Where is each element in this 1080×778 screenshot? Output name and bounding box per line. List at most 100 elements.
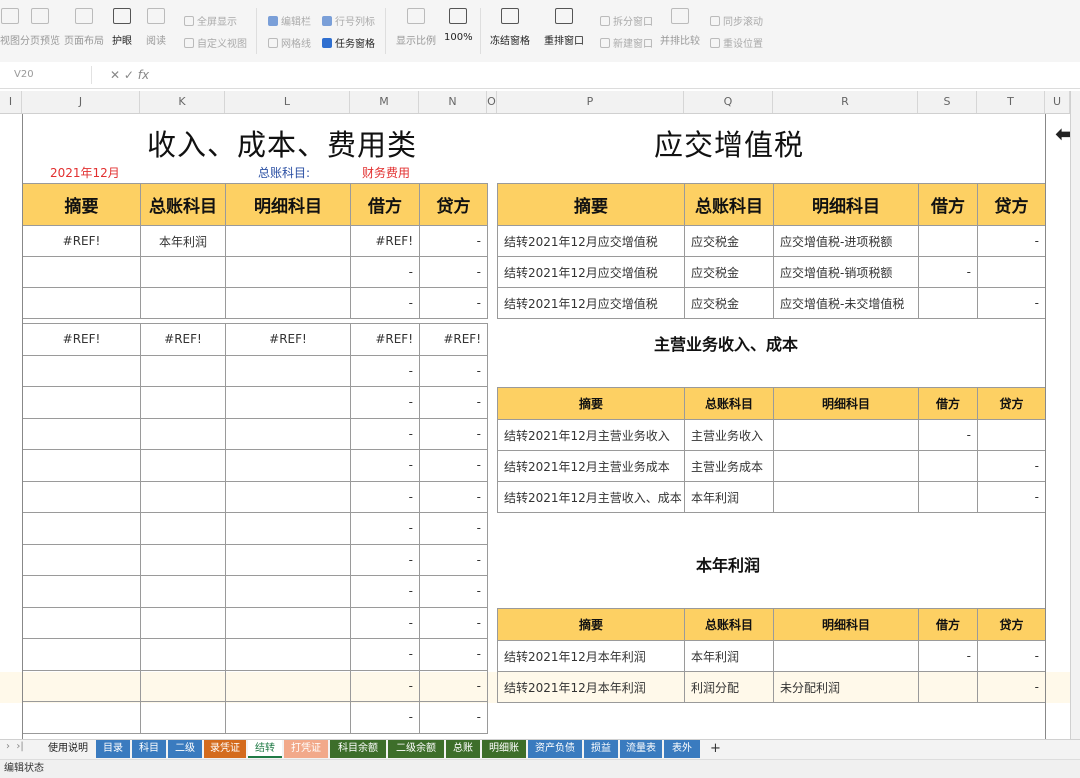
table-cell[interactable]	[140, 287, 226, 319]
table-cell[interactable]	[140, 543, 226, 576]
table-cell[interactable]: -	[419, 669, 488, 702]
table-cell[interactable]: -	[419, 449, 488, 482]
sheet-tab[interactable]: 流量表	[620, 740, 662, 758]
table-cell[interactable]	[918, 287, 978, 319]
column-header-cell[interactable]: 明细科目	[773, 387, 919, 420]
table-cell[interactable]: 结转2021年12月本年利润	[497, 640, 685, 672]
split-window-button[interactable]: 拆分窗口	[600, 13, 653, 28]
table-cell[interactable]: 应交增值税-进项税额	[773, 225, 919, 257]
table-cell[interactable]: -	[419, 480, 488, 513]
table-cell[interactable]	[225, 417, 351, 450]
row-col-headers-checkbox[interactable]: 行号列标	[322, 13, 375, 28]
table-cell[interactable]	[773, 481, 919, 513]
table-cell[interactable]: #REF!	[22, 225, 141, 257]
sheet-tab[interactable]: 二级余额	[388, 740, 444, 758]
table-cell[interactable]	[22, 701, 141, 734]
column-header-cell[interactable]: 摘要	[497, 608, 685, 641]
table-cell[interactable]	[140, 480, 226, 513]
ribbon-button[interactable]: 100%	[444, 8, 473, 56]
sheet-tab[interactable]: 目录	[96, 740, 130, 758]
table-cell[interactable]	[225, 701, 351, 734]
table-cell[interactable]: -	[419, 386, 488, 419]
column-header-cell[interactable]: 贷方	[419, 183, 488, 226]
column-header-cell[interactable]: 总账科目	[684, 183, 774, 226]
table-cell[interactable]	[140, 701, 226, 734]
table-cell[interactable]: #REF!	[350, 323, 420, 356]
ribbon-button[interactable]: 视图	[0, 8, 20, 56]
table-cell[interactable]: -	[350, 701, 420, 734]
table-cell[interactable]	[918, 225, 978, 257]
column-header-cell[interactable]: 总账科目	[140, 183, 226, 226]
column-header-cell[interactable]: 明细科目	[773, 183, 919, 226]
table-cell[interactable]	[22, 543, 141, 576]
ribbon-button[interactable]: 分页预览	[20, 8, 60, 56]
table-cell[interactable]: #REF!	[22, 323, 141, 356]
table-cell[interactable]	[140, 417, 226, 450]
column-header-cell[interactable]: 摘要	[497, 387, 685, 420]
sheet-tab[interactable]: 打凭证	[284, 740, 328, 758]
table-cell[interactable]	[225, 669, 351, 702]
table-cell[interactable]	[225, 225, 351, 257]
edit-bar-checkbox[interactable]: 编辑栏	[268, 13, 311, 28]
table-cell[interactable]: 应交税金	[684, 256, 774, 288]
reset-position-button[interactable]: 重设位置	[710, 35, 763, 50]
column-header-cell[interactable]: 摘要	[497, 183, 685, 226]
table-cell[interactable]	[140, 575, 226, 608]
table-cell[interactable]	[140, 512, 226, 545]
column-header-cell[interactable]: 明细科目	[773, 608, 919, 641]
tab-nav-icon[interactable]: › ›|	[6, 741, 24, 752]
table-cell[interactable]: 结转2021年12月本年利润	[497, 671, 685, 703]
task-pane-checkbox[interactable]: 任务窗格	[322, 35, 375, 50]
gridlines-checkbox[interactable]: 网格线	[268, 35, 311, 50]
column-header-cell[interactable]: 借方	[918, 608, 978, 641]
column-header-cell[interactable]: 贷方	[977, 608, 1046, 641]
table-cell[interactable]	[225, 606, 351, 639]
table-cell[interactable]: -	[350, 575, 420, 608]
table-cell[interactable]: -	[977, 287, 1046, 319]
table-cell[interactable]	[22, 638, 141, 671]
sheet-tab[interactable]: 录凭证	[204, 740, 246, 758]
table-cell[interactable]	[773, 640, 919, 672]
table-cell[interactable]: -	[918, 419, 978, 451]
table-cell[interactable]: -	[419, 701, 488, 734]
table-cell[interactable]: -	[419, 606, 488, 639]
table-cell[interactable]: -	[419, 543, 488, 576]
ribbon-button[interactable]: 护眼	[112, 8, 132, 56]
table-cell[interactable]	[140, 256, 226, 288]
column-header-cell[interactable]: 借方	[918, 183, 978, 226]
column-header-cell[interactable]: 明细科目	[225, 183, 351, 226]
table-cell[interactable]	[225, 256, 351, 288]
ribbon-button[interactable]: 阅读	[146, 8, 166, 56]
add-sheet-button[interactable]: +	[704, 740, 727, 758]
table-cell[interactable]: -	[977, 481, 1046, 513]
table-cell[interactable]: -	[350, 669, 420, 702]
table-cell[interactable]	[22, 512, 141, 545]
column-header[interactable]: P	[497, 91, 684, 113]
table-cell[interactable]: #REF!	[350, 225, 420, 257]
table-cell[interactable]	[918, 481, 978, 513]
table-cell[interactable]	[22, 669, 141, 702]
table-cell[interactable]	[22, 354, 141, 387]
table-cell[interactable]	[22, 575, 141, 608]
table-cell[interactable]	[225, 638, 351, 671]
table-cell[interactable]: 本年利润	[684, 481, 774, 513]
table-cell[interactable]: -	[350, 638, 420, 671]
table-cell[interactable]: -	[350, 386, 420, 419]
column-header[interactable]: O	[487, 91, 497, 113]
table-cell[interactable]: 利润分配	[684, 671, 774, 703]
table-cell[interactable]	[225, 575, 351, 608]
table-cell[interactable]: 应交税金	[684, 225, 774, 257]
table-cell[interactable]: 结转2021年12月应交增值税	[497, 225, 685, 257]
table-cell[interactable]: -	[350, 543, 420, 576]
table-cell[interactable]: #REF!	[419, 323, 488, 356]
table-cell[interactable]	[225, 480, 351, 513]
table-cell[interactable]: -	[350, 354, 420, 387]
column-header-cell[interactable]: 总账科目	[684, 387, 774, 420]
ribbon-button[interactable]: 页面布局	[64, 8, 104, 56]
table-cell[interactable]: -	[918, 640, 978, 672]
table-cell[interactable]	[22, 287, 141, 319]
column-header-cell[interactable]: 贷方	[977, 387, 1046, 420]
ribbon-button[interactable]: 冻结窗格	[490, 8, 530, 56]
table-cell[interactable]: -	[419, 638, 488, 671]
worksheet[interactable]: 收入、成本、费用类 2021年12月 总账科目: 财务费用 摘要 总账科目 明细科目…	[0, 114, 1070, 739]
